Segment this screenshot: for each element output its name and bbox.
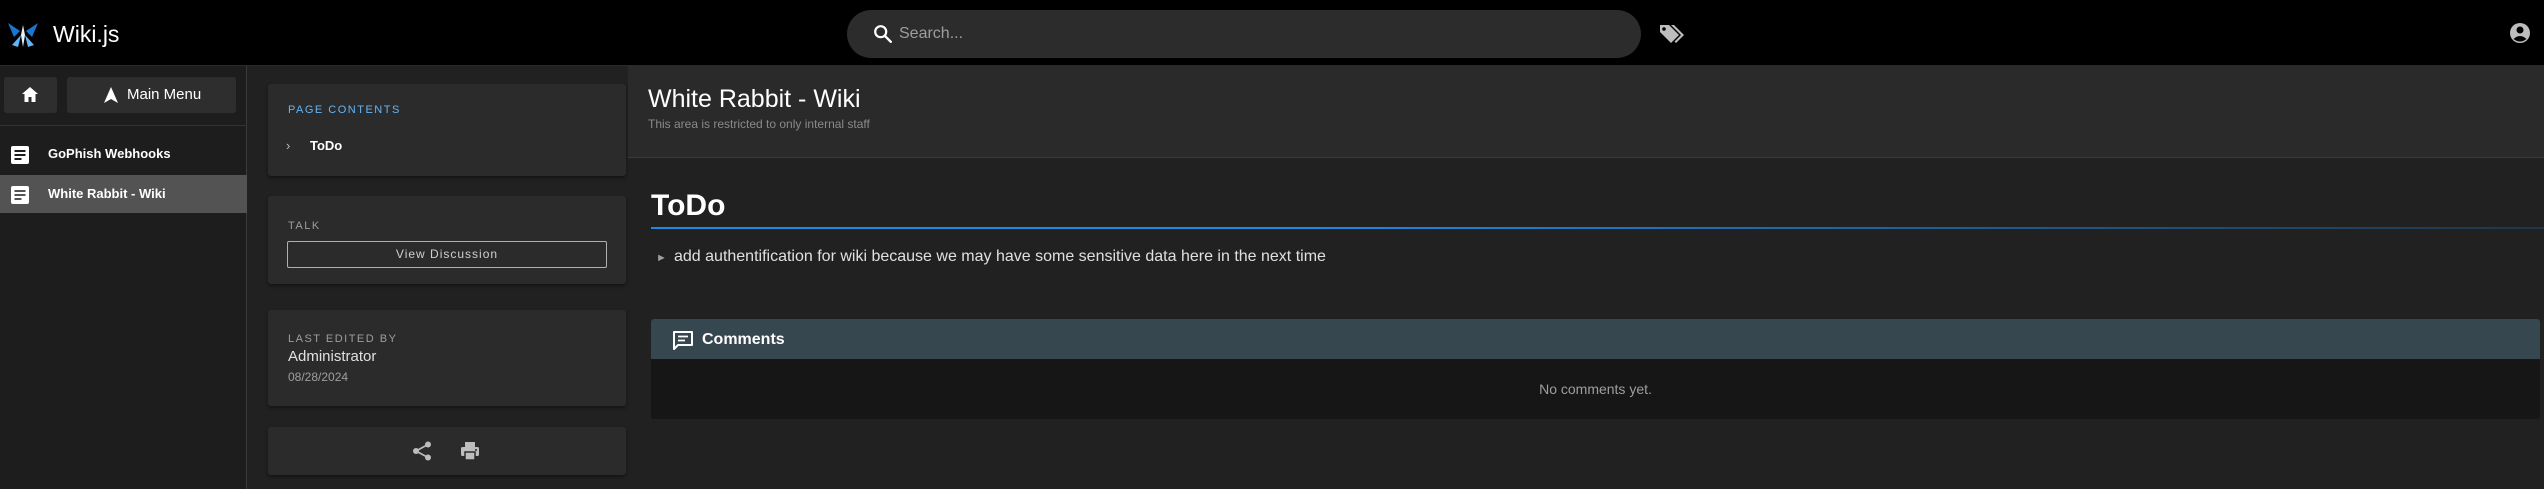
search-icon <box>874 25 892 43</box>
no-comments-text: No comments yet. <box>1539 381 1652 397</box>
nav-item-label: White Rabbit - Wiki <box>48 186 166 201</box>
home-icon <box>22 87 38 102</box>
comment-icon <box>673 331 693 350</box>
search-input[interactable]: Search... <box>899 23 963 45</box>
main-menu-label: Main Menu <box>127 86 202 103</box>
comments-title: Comments <box>702 331 785 348</box>
share-icon[interactable] <box>411 440 433 462</box>
page-icon <box>11 146 29 164</box>
main-menu-button[interactable]: Main Menu <box>67 77 236 113</box>
heading-underline <box>651 227 2544 229</box>
page-icon <box>11 186 29 204</box>
page-contents-caption: PAGE CONTENTS <box>288 104 401 116</box>
page-description: This area is restricted to only internal… <box>648 117 870 131</box>
account-icon[interactable] <box>2507 20 2533 46</box>
page-title: White Rabbit - Wiki <box>648 85 861 113</box>
comments-header: Comments <box>651 319 2540 359</box>
last-edited-date: 08/28/2024 <box>288 370 349 384</box>
content-heading: ToDo <box>651 189 726 222</box>
talk-card: TALK View Discussion <box>268 196 626 284</box>
tags-icon[interactable] <box>1656 20 1686 46</box>
navigation-arrow-icon <box>104 87 118 103</box>
home-button[interactable] <box>4 77 57 113</box>
page-actions-card <box>268 427 626 475</box>
comments-section: Comments No comments yet. <box>651 319 2540 419</box>
page-contents-card: PAGE CONTENTS › ToDo <box>268 84 626 176</box>
toc-item-label: ToDo <box>310 138 343 153</box>
nav-item-label: GoPhish Webhooks <box>48 146 171 161</box>
bullet-marker: ► <box>656 252 667 264</box>
wiki-logo-icon[interactable] <box>6 17 40 51</box>
last-edited-author: Administrator <box>288 348 377 365</box>
chevron-right-icon: › <box>286 138 291 153</box>
content-paragraph: add authentification for wiki because we… <box>674 248 1326 265</box>
toc-item-todo[interactable]: › ToDo <box>286 138 342 154</box>
left-navigation: Main Menu GoPhish Webhooks White Rabbit … <box>0 66 247 489</box>
last-edited-caption: LAST EDITED BY <box>288 333 398 345</box>
last-edited-card: LAST EDITED BY Administrator 08/28/2024 <box>268 310 626 406</box>
nav-divider <box>0 125 247 126</box>
talk-caption: TALK <box>288 220 321 232</box>
page-header: White Rabbit - Wiki This area is restric… <box>628 66 2544 158</box>
app-title[interactable]: Wiki.js <box>53 19 119 49</box>
nav-item-gophish-webhooks[interactable]: GoPhish Webhooks <box>0 135 247 173</box>
print-icon[interactable] <box>459 440 481 462</box>
view-discussion-button[interactable]: View Discussion <box>287 241 607 268</box>
nav-item-white-rabbit-wiki[interactable]: White Rabbit - Wiki <box>0 175 247 213</box>
search-bar[interactable]: Search... <box>847 10 1641 58</box>
top-bar: Wiki.js Search... <box>0 0 2544 66</box>
